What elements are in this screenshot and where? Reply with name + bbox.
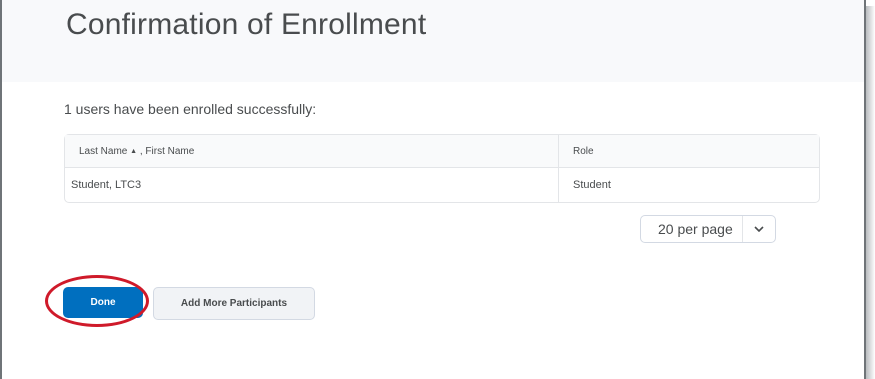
done-button[interactable]: Done bbox=[63, 287, 143, 318]
sort-last-name-link[interactable]: Last Name ▲ bbox=[79, 146, 140, 157]
add-more-participants-button[interactable]: Add More Participants bbox=[153, 287, 315, 320]
window-shadow bbox=[866, 6, 875, 379]
enrollment-status-message: 1 users have been enrolled successfully: bbox=[64, 101, 317, 117]
column-header-role: Role bbox=[558, 135, 819, 168]
page-header: Confirmation of Enrollment bbox=[2, 0, 864, 82]
page-title: Confirmation of Enrollment bbox=[66, 8, 427, 41]
sort-ascending-icon: ▲ bbox=[130, 147, 138, 155]
chevron-down-icon bbox=[742, 216, 775, 242]
table-header-row: Last Name ▲ , First Name Role bbox=[65, 135, 819, 168]
cell-user-role: Student bbox=[558, 168, 819, 202]
column-last-name-label: Last Name bbox=[79, 145, 128, 157]
per-page-select[interactable]: 20 per page bbox=[640, 215, 776, 243]
cell-user-name: Student, LTC3 bbox=[71, 179, 142, 191]
table-row: Student, LTC3 Student bbox=[65, 168, 819, 202]
per-page-value: 20 per page bbox=[658, 221, 733, 237]
enrolled-users-table: Last Name ▲ , First Name Role Student, L… bbox=[64, 134, 820, 203]
column-header-name: Last Name ▲ , First Name bbox=[65, 135, 558, 168]
column-first-name-label[interactable]: , First Name bbox=[140, 146, 194, 157]
